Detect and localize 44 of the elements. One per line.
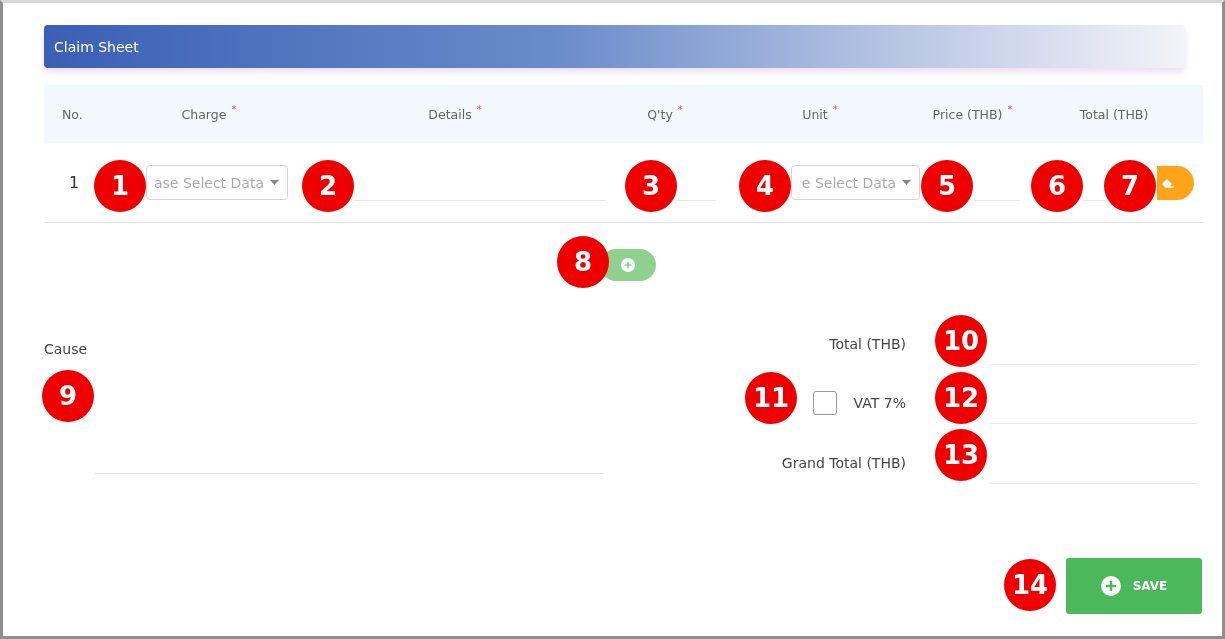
number-marker: 5 bbox=[921, 160, 973, 212]
summary-label: VAT 7% bbox=[853, 395, 906, 412]
summary-label: Total (THB) bbox=[829, 336, 906, 352]
number-marker: 9 bbox=[42, 370, 94, 422]
summary-label: Grand Total (THB) bbox=[781, 454, 906, 471]
sheet-title: Claim Sheet bbox=[54, 38, 139, 55]
number-marker: 7 bbox=[1104, 160, 1156, 212]
required-mark: * bbox=[476, 104, 482, 115]
number-marker: 2 bbox=[302, 160, 354, 212]
number-marker: 12 bbox=[935, 372, 987, 424]
eraser-icon bbox=[1161, 176, 1175, 189]
number-marker: 1 bbox=[94, 160, 146, 212]
number-marker: 8 bbox=[557, 236, 609, 288]
required-mark: * bbox=[677, 104, 683, 115]
number-marker: 6 bbox=[1031, 160, 1083, 212]
cause-label: Cause bbox=[44, 341, 88, 357]
plus-circle-icon bbox=[1100, 576, 1121, 596]
column-label: Total (THB) bbox=[1079, 106, 1149, 122]
column-label: Unit bbox=[802, 106, 828, 122]
required-mark: * bbox=[1007, 104, 1013, 115]
save-button[interactable]: SAVE bbox=[1066, 558, 1202, 614]
delete-row-button[interactable] bbox=[1157, 165, 1194, 200]
column-label: Q'ty bbox=[647, 106, 673, 122]
number-marker: 3 bbox=[625, 160, 677, 212]
column-label: Price (THB) bbox=[932, 106, 1003, 122]
plus-circle-icon bbox=[621, 258, 635, 272]
required-mark: * bbox=[832, 104, 838, 115]
select-placeholder: e Select Data bbox=[801, 174, 896, 191]
caret-icon bbox=[902, 180, 911, 185]
column-label: No. bbox=[62, 106, 83, 122]
number-marker: 4 bbox=[739, 160, 791, 212]
required-mark: * bbox=[231, 104, 237, 115]
column-label: Charge bbox=[181, 106, 227, 122]
caret-icon bbox=[270, 180, 279, 185]
number-marker: 14 bbox=[1004, 559, 1056, 611]
select-field[interactable]: e Select Data bbox=[791, 165, 920, 200]
number-marker: 11 bbox=[745, 372, 797, 424]
row-number: 1 bbox=[68, 173, 80, 192]
select-field[interactable]: ase Select Data bbox=[146, 165, 288, 200]
number-marker: 10 bbox=[935, 315, 987, 367]
vat-checkbox[interactable] bbox=[812, 391, 837, 416]
column-label: Details bbox=[428, 106, 472, 122]
number-marker: 13 bbox=[935, 429, 987, 481]
select-placeholder: ase Select Data bbox=[154, 174, 264, 191]
